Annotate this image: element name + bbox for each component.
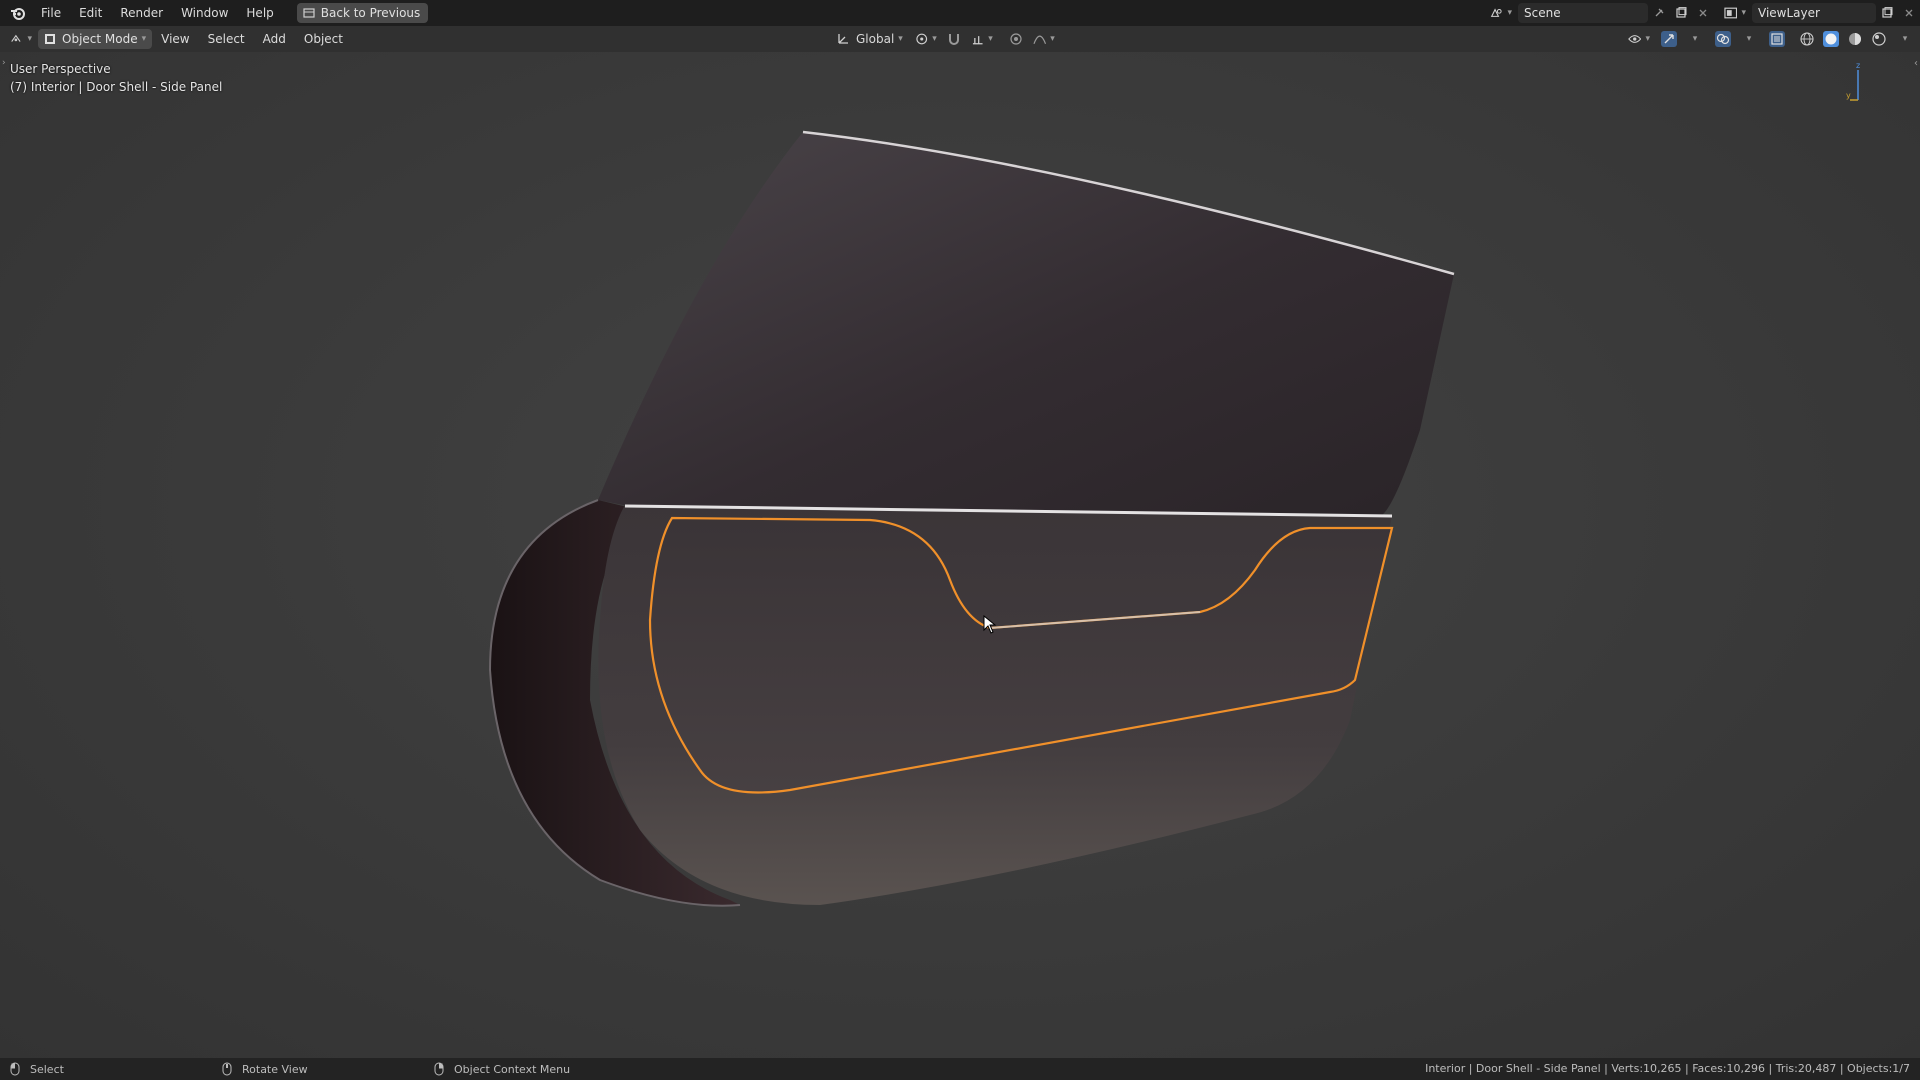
status-bar: Select Rotate View Object Context Menu I…: [0, 1058, 1920, 1080]
overlays-dropdown-icon[interactable]: ▾: [1736, 29, 1758, 49]
overlays-toggle-icon[interactable]: [1712, 29, 1734, 49]
header-menu-select[interactable]: Select: [199, 26, 254, 52]
blender-logo-icon[interactable]: [4, 0, 32, 26]
menu-window[interactable]: Window: [172, 0, 237, 26]
menu-help[interactable]: Help: [237, 0, 282, 26]
fullscreen-back-icon: [303, 8, 315, 18]
new-viewlayer-icon[interactable]: [1876, 3, 1898, 23]
viewport-header: ▾ Object Mode ▾ View Select Add Object G…: [0, 26, 1920, 52]
editor-type-icon[interactable]: ▾: [10, 29, 32, 49]
menu-edit[interactable]: Edit: [70, 0, 111, 26]
viewlayer-browse-icon[interactable]: ▾: [1724, 3, 1746, 23]
xray-toggle-icon[interactable]: [1766, 29, 1788, 49]
falloff-curve-icon[interactable]: ▾: [1033, 29, 1055, 49]
scene-viewlayer-controls: ▾ Scene ▾ ViewLayer: [1490, 0, 1920, 26]
menu-file[interactable]: File: [32, 0, 70, 26]
gizmo-dropdown-icon[interactable]: ▾: [1682, 29, 1704, 49]
menu-render[interactable]: Render: [111, 0, 172, 26]
shading-dropdown-icon[interactable]: ▾: [1892, 29, 1914, 49]
new-scene-icon[interactable]: [1670, 3, 1692, 23]
back-to-previous-button[interactable]: Back to Previous: [296, 3, 429, 23]
scene-name-field[interactable]: Scene: [1518, 3, 1648, 23]
mouse-middle-icon: [222, 1062, 232, 1076]
door-shell-model[interactable]: [0, 52, 1920, 1058]
transform-tools: Global ▾ ▾ ▾ ▾: [836, 26, 1055, 52]
transform-orientation-dropdown[interactable]: Global ▾: [836, 32, 903, 46]
pin-scene-icon[interactable]: [1648, 3, 1670, 23]
viewlayer-name-field[interactable]: ViewLayer: [1752, 3, 1876, 23]
orientation-axes-icon: [838, 34, 848, 44]
header-menu-view[interactable]: View: [152, 26, 198, 52]
visibility-eye-icon[interactable]: ▾: [1628, 29, 1650, 49]
scene-browse-icon[interactable]: ▾: [1490, 3, 1512, 23]
material-preview-icon[interactable]: [1844, 29, 1866, 49]
back-to-previous-label: Back to Previous: [320, 6, 421, 20]
status-rotate-hint: Rotate View: [222, 1058, 308, 1080]
chevron-down-icon: ▾: [141, 34, 147, 44]
object-mode-label: Object Mode: [62, 32, 138, 46]
gizmo-toggle-icon[interactable]: [1658, 29, 1680, 49]
snap-target-icon[interactable]: ▾: [971, 29, 993, 49]
viewlayer-name-text: ViewLayer: [1758, 6, 1820, 20]
object-mode-dropdown[interactable]: Object Mode ▾: [38, 29, 153, 49]
snap-magnet-icon[interactable]: [943, 29, 965, 49]
solid-shading-icon[interactable]: [1820, 29, 1842, 49]
delete-scene-icon[interactable]: [1692, 3, 1714, 23]
mouse-left-icon: [10, 1062, 20, 1076]
scene-name-text: Scene: [1524, 6, 1561, 20]
status-context-hint: Object Context Menu: [434, 1058, 570, 1080]
pivot-point-icon[interactable]: ▾: [915, 29, 937, 49]
header-menu-object[interactable]: Object: [295, 26, 352, 52]
3d-viewport[interactable]: User Perspective (7) Interior | Door She…: [0, 52, 1920, 1058]
upper-window-panel: [598, 132, 1454, 515]
transform-orientation-label: Global: [856, 32, 895, 46]
wireframe-shading-icon[interactable]: [1796, 29, 1818, 49]
rendered-shading-icon[interactable]: [1868, 29, 1890, 49]
mouse-cursor-icon: [983, 615, 997, 634]
proportional-editing-icon[interactable]: [1005, 29, 1027, 49]
header-menu-add[interactable]: Add: [254, 26, 295, 52]
scene-statistics: Interior | Door Shell - Side Panel | Ver…: [1425, 1062, 1910, 1075]
object-mode-icon: [45, 34, 55, 44]
status-rotate-label: Rotate View: [242, 1062, 308, 1076]
viewport-display-tools: ▾ ▾ ▾ ▾: [1628, 26, 1914, 52]
status-select-label: Select: [30, 1062, 64, 1076]
mouse-right-icon: [434, 1062, 444, 1076]
status-select-hint: Select: [10, 1058, 64, 1080]
top-bar: File Edit Render Window Help Back to Pre…: [0, 0, 1920, 26]
status-context-label: Object Context Menu: [454, 1062, 571, 1076]
delete-viewlayer-icon[interactable]: [1898, 3, 1920, 23]
